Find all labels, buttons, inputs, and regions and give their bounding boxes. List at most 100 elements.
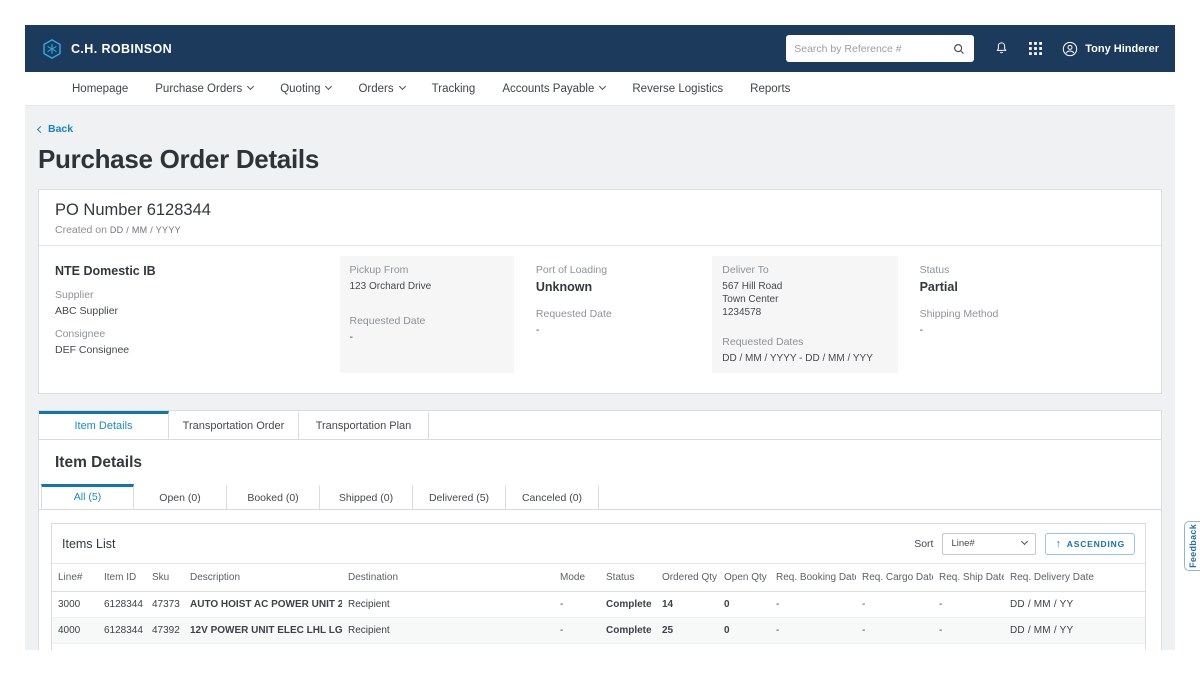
cell-mode: - xyxy=(554,617,600,643)
column-header-description: Description xyxy=(184,563,342,591)
tab-transportation-order[interactable]: Transportation Order xyxy=(169,411,299,439)
deliver-requested-dates-label: Requested Dates xyxy=(722,336,887,348)
cell-item-id: 6128344 xyxy=(98,643,146,650)
consignee-label: Consignee xyxy=(55,328,328,340)
menu-item-orders[interactable]: Orders xyxy=(358,83,404,95)
cell-open-qty: 0 xyxy=(718,643,770,650)
back-label: Back xyxy=(48,123,73,135)
cell-sku: 47373 xyxy=(146,591,184,617)
subtab-booked-0[interactable]: Booked (0) xyxy=(227,484,320,509)
items-list-panel: Items List Sort Line# ↑ ASCENDING xyxy=(51,523,1146,650)
subtab-delivered-5[interactable]: Delivered (5) xyxy=(413,484,506,509)
cell-req-cargo-date: - xyxy=(856,617,933,643)
menu-item-purchase-orders[interactable]: Purchase Orders xyxy=(155,83,253,95)
top-navbar: C.H. ROBINSON xyxy=(25,25,1175,72)
created-on: Created on DD / MM / YYYY xyxy=(55,224,1145,236)
cell-req-ship-date: - xyxy=(933,591,1004,617)
cell-sku: 53460 xyxy=(146,643,184,650)
notifications-bell-icon[interactable] xyxy=(994,41,1009,56)
menu-item-accounts-payable[interactable]: Accounts Payable xyxy=(502,83,605,95)
brand-logo[interactable]: C.H. ROBINSON xyxy=(41,38,172,60)
deliver-to-label: Deliver To xyxy=(722,264,887,276)
tab-transportation-plan[interactable]: Transportation Plan xyxy=(299,411,429,439)
created-on-label: Created on xyxy=(55,224,107,236)
tab-item-details[interactable]: Item Details xyxy=(39,411,169,439)
shipping-method-label: Shipping Method xyxy=(920,308,1135,320)
shipping-method-value: - xyxy=(920,324,1135,336)
cell-line: 4000 xyxy=(52,617,98,643)
items-list-title: Items List xyxy=(62,537,116,551)
cell-ordered-qty: 25 xyxy=(656,617,718,643)
menu-item-tracking[interactable]: Tracking xyxy=(432,83,476,95)
port-of-loading-value: Unknown xyxy=(536,280,690,294)
apps-grid-icon[interactable] xyxy=(1029,42,1042,55)
items-list-header: Items List Sort Line# ↑ ASCENDING xyxy=(52,524,1145,563)
column-header-req-delivery-date: Req. Delivery Date xyxy=(1004,563,1145,591)
cell-item-id: 6128344 xyxy=(98,591,146,617)
created-on-date: DD / MM / YYYY xyxy=(110,225,181,235)
column-header-req-cargo-date: Req. Cargo Date xyxy=(856,563,933,591)
cell-req-delivery-date: DD / MM / YY xyxy=(1004,643,1145,650)
menu-item-homepage[interactable]: Homepage xyxy=(72,83,128,95)
page-content: Back Purchase Order Details PO Number 61… xyxy=(25,105,1175,650)
items-table: Line#Item IDSkuDescriptionDestinationMod… xyxy=(52,563,1145,650)
subtab-open-0[interactable]: Open (0) xyxy=(134,484,227,509)
cell-open-qty: 0 xyxy=(718,591,770,617)
items-table-body: 3000612834447373AUTO HOIST AC POWER UNIT… xyxy=(52,591,1145,650)
feedback-button[interactable]: Feedback xyxy=(1184,521,1200,571)
subtab-all-5[interactable]: All (5) xyxy=(41,484,134,509)
column-header-open-qty: Open Qty xyxy=(718,563,770,591)
cell-ordered-qty: 19 xyxy=(656,643,718,650)
sort-field-select[interactable]: Line# xyxy=(942,533,1036,555)
port-of-loading-column: Port of Loading Unknown Requested Date - xyxy=(526,256,700,373)
subtab-shipped-0[interactable]: Shipped (0) xyxy=(320,484,413,509)
pickup-panel: Pickup From 123 Orchard Drive Requested … xyxy=(340,256,514,373)
subtab-canceled-0[interactable]: Canceled (0) xyxy=(506,484,599,509)
cell-req-ship-date: - xyxy=(933,643,1004,650)
cell-line: 6000 xyxy=(52,643,98,650)
column-header-req-booking-date: Req. Booking Date xyxy=(770,563,856,591)
feedback-label: Feedback xyxy=(1188,524,1198,568)
supplier-label: Supplier xyxy=(55,289,328,301)
search-input[interactable] xyxy=(794,43,946,55)
table-row[interactable]: 3000612834447373AUTO HOIST AC POWER UNIT… xyxy=(52,591,1145,617)
menu-item-label: Reverse Logistics xyxy=(632,83,723,95)
cell-mode: - xyxy=(554,591,600,617)
user-avatar-icon xyxy=(1062,41,1078,57)
reference-search[interactable] xyxy=(786,35,974,62)
cell-req-delivery-date: DD / MM / YY xyxy=(1004,617,1145,643)
cell-req-cargo-date: - xyxy=(856,643,933,650)
order-type: NTE Domestic IB xyxy=(55,264,328,278)
table-row[interactable]: 6000612834453460DUMP TRAILER PU DA 1.1GA… xyxy=(52,643,1145,650)
deliver-requested-dates-value: DD / MM / YYYY - DD / MM / YYY xyxy=(722,352,887,365)
column-header-destination: Destination xyxy=(342,563,554,591)
cell-req-booking-date: - xyxy=(770,643,856,650)
sort-direction-button[interactable]: ↑ ASCENDING xyxy=(1045,533,1135,555)
chevron-down-icon xyxy=(1021,538,1028,545)
menu-item-reverse-logistics[interactable]: Reverse Logistics xyxy=(632,83,723,95)
status-column: Status Partial Shipping Method - xyxy=(910,256,1145,373)
cell-description: 12V POWER UNIT ELEC LHL LG RES xyxy=(184,617,342,643)
details-tabs-card: Item DetailsTransportation OrderTranspor… xyxy=(38,410,1162,650)
search-icon[interactable] xyxy=(952,42,966,56)
cell-ordered-qty: 14 xyxy=(656,591,718,617)
chevron-down-icon xyxy=(399,83,406,90)
user-menu[interactable]: Tony Hinderer xyxy=(1062,41,1159,57)
pickup-address: 123 Orchard Drive xyxy=(350,280,504,293)
items-table-head-row: Line#Item IDSkuDescriptionDestinationMod… xyxy=(52,563,1145,591)
status-value: Partial xyxy=(920,280,1135,294)
menu-item-reports[interactable]: Reports xyxy=(750,83,790,95)
table-row[interactable]: 400061283444739212V POWER UNIT ELEC LHL … xyxy=(52,617,1145,643)
cell-destination: Recipient xyxy=(342,617,554,643)
cell-status: Complete xyxy=(600,643,656,650)
page-title: Purchase Order Details xyxy=(38,144,1162,175)
cell-status: Complete xyxy=(600,617,656,643)
main-tabs: Item DetailsTransportation OrderTranspor… xyxy=(39,411,1161,440)
column-header-status: Status xyxy=(600,563,656,591)
menu-item-quoting[interactable]: Quoting xyxy=(280,83,331,95)
cell-description: DUMP TRAILER PU DA 1.1GAL TANK xyxy=(184,643,342,650)
back-link[interactable]: Back xyxy=(38,123,73,135)
po-header: PO Number 6128344 Created on DD / MM / Y… xyxy=(39,190,1161,245)
cell-mode: - xyxy=(554,643,600,650)
cell-description: AUTO HOIST AC POWER UNIT 230V xyxy=(184,591,342,617)
